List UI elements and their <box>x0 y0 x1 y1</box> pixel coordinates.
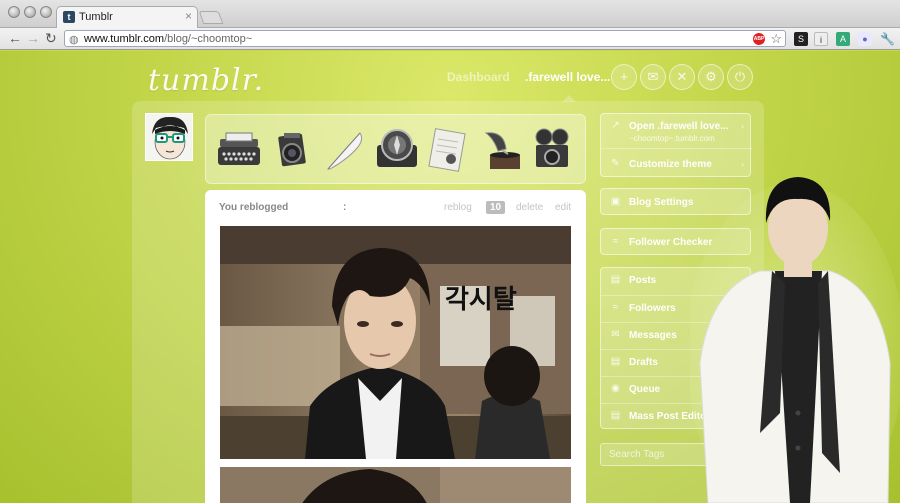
browser-tabstrip: t Tumblr × <box>0 0 900 28</box>
globe-icon: ◍ <box>69 34 79 46</box>
extension-translate-icon[interactable]: A <box>836 32 850 46</box>
followers-icon: ≈ <box>612 236 619 247</box>
nav-dashboard-link[interactable]: Dashboard <box>447 70 510 84</box>
chevron-right-icon: › <box>741 121 744 131</box>
sidebar-item-label: Messages <box>629 330 677 341</box>
browser-tab[interactable]: t Tumblr × <box>56 6 198 28</box>
post-type-bar <box>205 114 586 184</box>
post-colon: : <box>343 202 347 213</box>
open-blog-link[interactable]: ↗ Open .farewell love... ~choomtop~.tumb… <box>601 114 752 148</box>
tumblr-page: tumblr. Dashboard .farewell love... + ✉ … <box>0 51 900 503</box>
back-button[interactable]: ← <box>8 30 22 46</box>
power-icon[interactable]: ⏻ <box>727 64 753 90</box>
compass-link-post-icon[interactable] <box>372 125 422 175</box>
notes-count[interactable]: 10 <box>486 201 506 214</box>
x-icon[interactable]: ✕ <box>669 64 695 90</box>
tumblr-favicon-icon: t <box>63 11 75 23</box>
tab-title: Tumblr <box>79 11 113 23</box>
external-link-icon: ↗ <box>611 120 620 131</box>
wrench-menu-icon[interactable]: 🔧 <box>880 32 895 46</box>
quill-quote-post-icon[interactable] <box>320 125 370 175</box>
address-bar[interactable]: ◍ www.tumblr.com/blog/~choomtop~ ABP ☆ <box>64 30 786 47</box>
sidebar-item-label: Drafts <box>629 357 658 368</box>
extension-circle-icon[interactable]: ● <box>858 32 872 46</box>
chevron-right-icon: › <box>741 159 744 169</box>
url-host: www.tumblr.com <box>84 33 165 45</box>
new-tab-button[interactable] <box>198 11 224 24</box>
customize-theme-label: Customize theme <box>629 159 712 170</box>
reblogged-post: You reblogged : reblog 10 delete edit 각시… <box>205 190 586 503</box>
movie-camera-video-post-icon[interactable] <box>528 125 578 175</box>
reload-button[interactable]: ↻ <box>45 30 57 46</box>
close-window-button[interactable] <box>8 6 20 18</box>
tab-close-icon[interactable]: × <box>185 9 192 23</box>
reblog-button[interactable]: reblog <box>444 202 472 213</box>
url-text: www.tumblr.com/blog/~choomtop~ <box>84 33 252 45</box>
letter-chat-post-icon[interactable] <box>424 125 474 175</box>
delete-button[interactable]: delete <box>516 202 543 213</box>
post-photo-2[interactable] <box>220 467 571 503</box>
edit-button[interactable]: edit <box>555 202 571 213</box>
mail-icon[interactable]: ✉ <box>640 64 666 90</box>
open-blog-label: Open .farewell love... <box>629 121 729 132</box>
post-header: You reblogged <box>219 202 289 213</box>
sidebar-item-label: Queue <box>629 384 661 395</box>
document-icon: ▤ <box>610 274 621 285</box>
post-photo[interactable]: 각시탈 <box>220 226 571 459</box>
sidebar-item-label: Followers <box>629 303 676 314</box>
avatar[interactable] <box>145 113 193 161</box>
followers-icon: ≈ <box>612 302 619 313</box>
gear-icon[interactable]: ⚙ <box>698 64 724 90</box>
background-person-image <box>690 177 900 503</box>
url-path: /blog/~choomtop~ <box>164 33 253 45</box>
queue-icon: ◉ <box>611 383 620 394</box>
bookmark-star-icon[interactable]: ☆ <box>770 31 782 47</box>
nav-blog-link[interactable]: .farewell love... <box>525 70 610 84</box>
minimize-window-button[interactable] <box>24 6 36 18</box>
blog-settings-label: Blog Settings <box>629 197 694 208</box>
draft-icon: ▤ <box>610 356 621 367</box>
typewriter-text-post-icon[interactable] <box>214 125 264 175</box>
settings-icon: ▣ <box>610 196 621 207</box>
sidebar-item-label: Posts <box>629 275 657 286</box>
plus-icon[interactable]: + <box>611 64 637 90</box>
camera-photo-post-icon[interactable] <box>268 125 318 175</box>
extension-s-icon[interactable]: S <box>794 32 808 46</box>
tumblr-logo[interactable]: tumblr. <box>148 63 264 98</box>
mail-icon: ✉ <box>611 329 620 340</box>
zoom-window-button[interactable] <box>40 6 52 18</box>
drama-title-text: 각시탈 <box>445 285 517 315</box>
blog-actions-box: ↗ Open .farewell love... ~choomtop~.tumb… <box>600 113 752 177</box>
forward-button[interactable]: → <box>26 30 40 46</box>
extension-i-icon[interactable]: i <box>814 32 828 46</box>
gramophone-audio-post-icon[interactable] <box>476 125 526 175</box>
browser-toolbar: ← → ↻ ◍ www.tumblr.com/blog/~choomtop~ A… <box>0 28 900 50</box>
open-blog-url: ~choomtop~.tumblr.com <box>629 134 715 143</box>
edit-icon: ▤ <box>610 410 621 421</box>
adblock-icon[interactable]: ABP <box>753 33 765 45</box>
wrench-icon: ✎ <box>611 158 620 169</box>
